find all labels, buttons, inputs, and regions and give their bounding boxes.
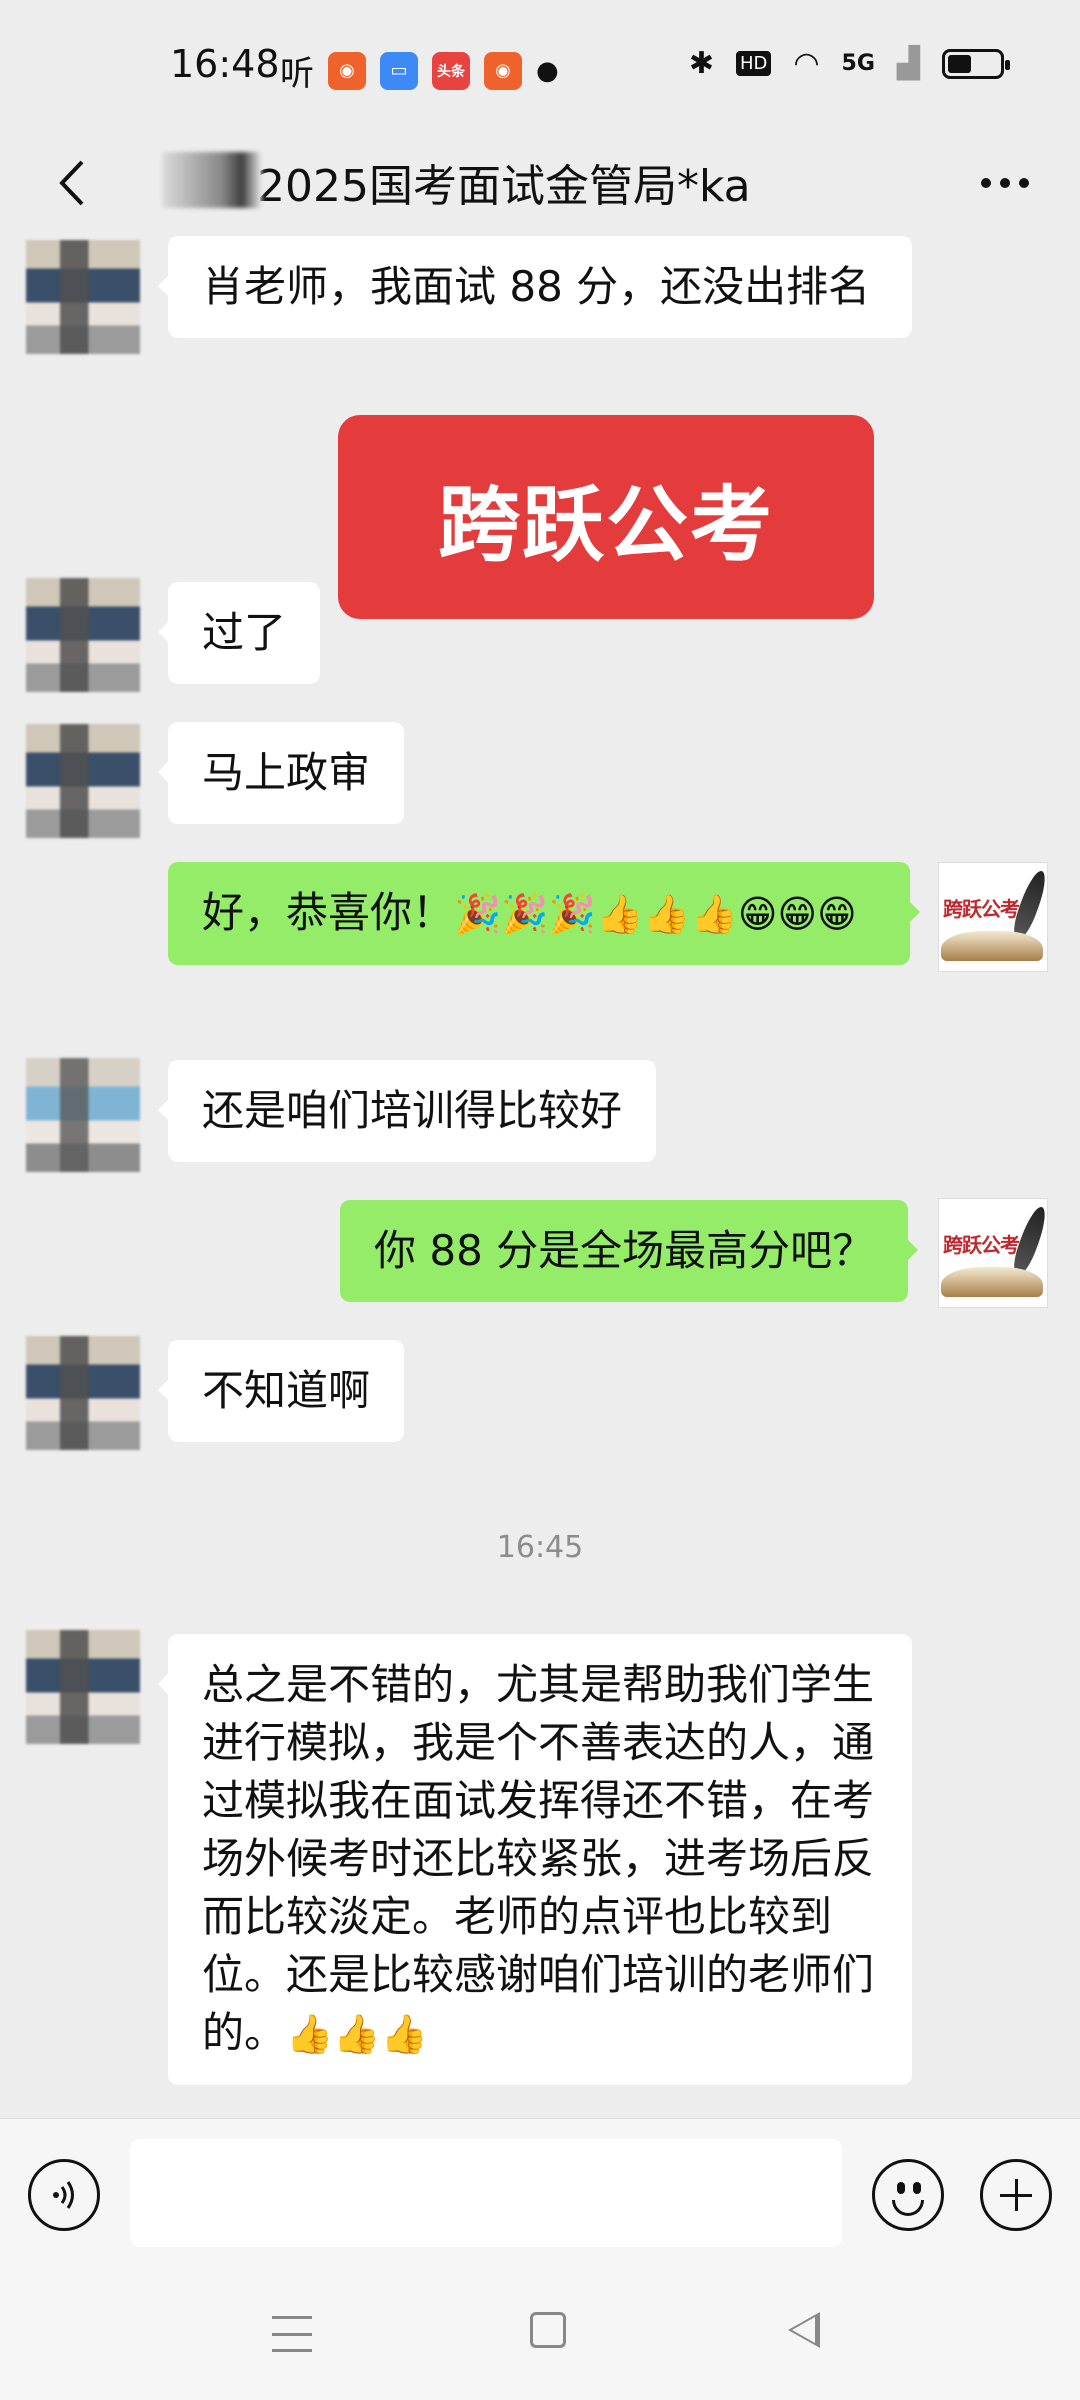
nav-home-icon[interactable]: [530, 2312, 566, 2348]
avatar-self[interactable]: 跨跃公考: [938, 1198, 1048, 1308]
network-label: 5G: [841, 51, 875, 76]
signal-icon: ▟: [896, 46, 920, 81]
message-input[interactable]: [130, 2139, 842, 2247]
avatar[interactable]: [26, 240, 140, 354]
message-bubble-self[interactable]: 你 88 分是全场最高分吧？: [340, 1200, 919, 1302]
message-bubble-self[interactable]: 好，恭喜你！🎉🎉🎉👍👍👍😁😁😁: [168, 862, 920, 965]
battery-fill: [948, 54, 971, 73]
ting-app-icon: 听: [280, 54, 314, 94]
message-bubble[interactable]: 总之是不错的，尤其是帮助我们学生进行模拟，我是个不善表达的人，通过模拟我在面试发…: [158, 1634, 912, 2085]
message-bubble[interactable]: 肖老师，我面试 88 分，还没出排名: [158, 236, 912, 338]
status-app-icons: 听 ◉ ▭ 头条 ◉ ●: [280, 46, 559, 95]
message-bubble[interactable]: 过了: [157, 582, 321, 684]
system-nav-bar: [0, 2268, 1080, 2400]
chat-header: 2025国考面试金管局*ka: [0, 130, 1080, 240]
avatar[interactable]: [26, 1630, 140, 1744]
avatar[interactable]: [26, 724, 140, 838]
toutiao-app-icon: 头条: [432, 51, 470, 90]
avatar[interactable]: [26, 1336, 140, 1450]
sticker-message[interactable]: 跨跃公考: [338, 415, 874, 619]
bluetooth-icon: ✱: [688, 46, 714, 81]
emoji-button[interactable]: [872, 2159, 944, 2231]
title-redaction: [162, 152, 262, 208]
plus-button[interactable]: [980, 2159, 1052, 2231]
back-button[interactable]: [36, 148, 106, 218]
voice-button[interactable]: [28, 2159, 100, 2231]
nav-menu-icon[interactable]: [272, 2316, 312, 2352]
status-right: ✱ HD ◠ 5G ▟: [688, 46, 1010, 81]
battery-icon: [942, 48, 1010, 79]
hd-icon: HD: [735, 51, 772, 76]
message-bubble[interactable]: 不知道啊: [157, 1340, 405, 1442]
avatar[interactable]: [26, 578, 140, 692]
message-timestamp: 16:45: [496, 1530, 584, 1565]
wifi-icon: ◠: [793, 46, 820, 81]
input-bar: [0, 2118, 1080, 2269]
dot-icon: ●: [536, 55, 559, 86]
kuaishou-app-icon: ◉: [328, 51, 366, 90]
voice-icon: [53, 2181, 74, 2209]
chevron-left-icon: [59, 160, 84, 206]
blue-app-icon: ▭: [380, 51, 418, 90]
status-bar: 16:48 听 ◉ ▭ 头条 ◉ ● ✱ HD ◠ 5G ▟: [0, 0, 1080, 130]
more-dots-icon: [981, 178, 991, 188]
status-time: 16:48: [170, 42, 280, 86]
message-bubble[interactable]: 还是咱们培训得比较好: [157, 1060, 657, 1162]
avatar[interactable]: [26, 1058, 140, 1172]
nav-back-icon[interactable]: [788, 2312, 820, 2348]
chat-title: 2025国考面试金管局*ka: [257, 161, 751, 212]
book-icon: [941, 931, 1043, 961]
kuaishou-lite-app-icon: ◉: [484, 51, 522, 90]
book-icon: [941, 1267, 1043, 1297]
avatar-self[interactable]: 跨跃公考: [938, 862, 1048, 972]
more-button[interactable]: [960, 148, 1050, 218]
message-bubble[interactable]: 马上政审: [157, 722, 405, 824]
